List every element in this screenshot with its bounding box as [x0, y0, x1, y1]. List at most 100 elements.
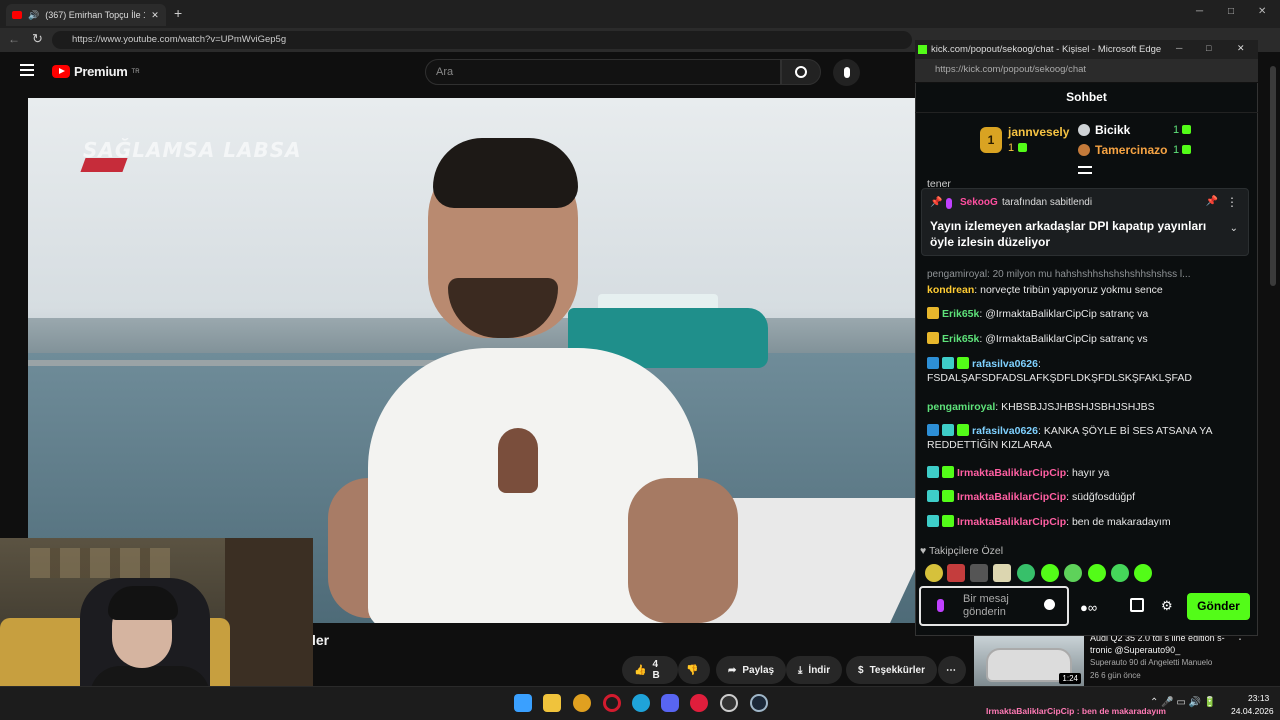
app-icon[interactable] [720, 694, 738, 712]
chat-username[interactable]: rafasilva0626 [972, 425, 1038, 437]
pinned-message[interactable]: 📌 SekooG tarafından sabitlendi 📌 ⋮ Yayın… [921, 188, 1249, 256]
emote-10[interactable] [1134, 564, 1152, 582]
user-badge-icon [942, 466, 954, 478]
emote-7[interactable] [1064, 564, 1082, 582]
windows-start-icon[interactable] [514, 694, 532, 712]
new-tab-button[interactable]: + [174, 5, 182, 21]
menu-icon[interactable] [20, 64, 34, 76]
voice-search-button[interactable] [833, 59, 860, 86]
chat-username[interactable]: Erik65k [942, 333, 979, 345]
chat-username[interactable]: IrmaktaBaliklarCipCip [957, 467, 1066, 479]
discord-icon[interactable] [661, 694, 679, 712]
suggested-video-thumbnail[interactable]: 1:24 [974, 636, 1084, 686]
speaker-icon[interactable]: 🔊 [28, 10, 39, 21]
more-icon: ⋯ [946, 664, 956, 676]
suggested-video-channel[interactable]: Superauto 90 di Angeletti Manuelo [1090, 658, 1212, 667]
pinned-expand-icon[interactable]: ⌄ [1230, 223, 1238, 234]
dislike-button[interactable]: 👎 [678, 656, 710, 684]
chat-input[interactable]: Bir mesaj gönderin [919, 586, 1069, 626]
kick-url-field[interactable]: https://kick.com/popout/sekoog/chat [915, 59, 1258, 83]
gift-sub-icon [1182, 145, 1191, 154]
tab-close-icon[interactable]: ✕ [151, 10, 159, 21]
edge-icon[interactable] [632, 694, 650, 712]
user-badge-icon [957, 424, 969, 436]
emote-8[interactable] [1088, 564, 1106, 582]
emote-1[interactable] [925, 564, 943, 582]
youtube-logo[interactable]: Premium TR [52, 64, 140, 79]
chrome-icon[interactable] [573, 694, 591, 712]
leaderboard-third-name[interactable]: Tamercinazo [1095, 143, 1167, 157]
send-button[interactable]: Gönder [1187, 593, 1250, 620]
kick-close-icon[interactable]: ✕ [1237, 43, 1245, 54]
chat-username[interactable]: IrmaktaBaliklarCipCip [957, 491, 1066, 503]
chat-username[interactable]: kondrean [927, 284, 974, 296]
settings-gear-icon[interactable]: ⚙ [1161, 598, 1173, 614]
pinned-more-icon[interactable]: ⋮ [1226, 195, 1238, 209]
emote-9[interactable] [1111, 564, 1129, 582]
leaderboard-first-name[interactable]: jannvesely [1008, 125, 1069, 139]
steam-icon[interactable] [750, 694, 768, 712]
download-label: İndir [808, 664, 831, 676]
emoji-icon[interactable] [1044, 599, 1055, 610]
kick-maximize-icon[interactable]: □ [1206, 43, 1211, 53]
pin-icon[interactable]: 📌 [930, 197, 942, 208]
media-player-icon[interactable] [690, 694, 708, 712]
search-button[interactable] [781, 59, 821, 85]
bits-icon[interactable]: ●∞ [1080, 600, 1097, 615]
clock-date[interactable]: 24.04.2026 [1231, 706, 1274, 716]
clock-time[interactable]: 23:13 [1248, 693, 1269, 703]
chat-message[interactable]: IrmaktaBaliklarCipCip: südğfosdüğpf [927, 490, 1249, 504]
user-badge-icon [942, 515, 954, 527]
leaderboard-third-count: 1 [1173, 144, 1180, 156]
emote-3[interactable] [970, 564, 988, 582]
search-input[interactable]: Ara [425, 59, 781, 85]
pinned-unpin-icon[interactable]: 📌 [1206, 196, 1218, 207]
webcam-posters [30, 548, 170, 578]
chat-username[interactable]: IrmaktaBaliklarCipCip [957, 516, 1066, 528]
pinned-author[interactable]: SekooG [960, 197, 998, 208]
chat-message[interactable]: pengamiroyal: KHBSBJJSJHBSHJSBHJSHJBS [927, 400, 1249, 414]
kick-minimize-icon[interactable]: ─ [1176, 43, 1182, 53]
chat-message[interactable]: IrmaktaBaliklarCipCip: hayır ya [927, 466, 1249, 480]
chat-username[interactable]: rafasilva0626 [972, 358, 1038, 370]
window-maximize-icon[interactable]: □ [1228, 6, 1234, 17]
file-explorer-icon[interactable] [543, 694, 561, 712]
chat-message[interactable]: rafasilva0626: KANKA ŞÖYLE Bİ SES ATSANA… [927, 424, 1249, 452]
window-close-icon[interactable]: ✕ [1258, 6, 1266, 17]
browser-tab[interactable]: 🔊 (367) Emirhan Topçu İle 1 Gün ✕ [6, 4, 166, 26]
emote-2[interactable] [947, 564, 965, 582]
chat-message[interactable]: IrmaktaBaliklarCipCip: ben de makaradayı… [927, 515, 1249, 529]
share-button[interactable]: ➦ Paylaş [716, 656, 787, 684]
like-button[interactable]: 👍 4 B [622, 656, 678, 684]
page-scrollbar[interactable] [1270, 66, 1276, 286]
leaderboard-second-icon [1078, 124, 1090, 136]
chat-username[interactable]: Erik65k [942, 308, 979, 320]
chat-message[interactable]: Erik65k: @IrmaktaBaliklarCipCip satranç … [927, 332, 1249, 346]
user-badge-icon [927, 332, 939, 344]
suggested-video-meta: 26 6 gün önce [1090, 671, 1141, 680]
download-button[interactable]: ⤓ İndir [786, 656, 843, 684]
youtube-play-icon [52, 65, 70, 78]
chat-message[interactable]: rafasilva0626: FSDALŞAFSDFADSLAFKŞDFLDKŞ… [927, 357, 1249, 385]
emote-6[interactable] [1041, 564, 1059, 582]
store-icon[interactable] [1130, 598, 1144, 612]
url-field[interactable]: https://www.youtube.com/watch?v=UPmWviGe… [52, 31, 912, 49]
video-shirt-logo [498, 428, 538, 493]
chat-message[interactable]: Erik65k: @IrmaktaBaliklarCipCip satranç … [927, 307, 1249, 321]
opera-icon[interactable] [603, 694, 621, 712]
emote-4[interactable] [993, 564, 1011, 582]
chat-input-placeholder: Bir mesaj gönderin [963, 593, 1009, 618]
chat-username[interactable]: pengamiroyal [927, 401, 995, 413]
back-icon[interactable]: ← [8, 32, 20, 46]
thanks-button[interactable]: $ Teşekkürler [846, 656, 937, 684]
window-minimize-icon[interactable]: ─ [1196, 6, 1203, 17]
more-actions-button[interactable]: ⋯ [938, 656, 966, 684]
tray-icons[interactable]: ⌃ 🎤 ▭ 🔊 🔋 [1150, 697, 1216, 708]
reload-icon[interactable]: ↻ [32, 31, 43, 47]
chat-message[interactable]: kondrean: norveçte tribün yapıyoruz yokm… [927, 283, 1249, 297]
thanks-icon: $ [858, 664, 864, 676]
leaderboard-collapse-icon[interactable] [1078, 166, 1092, 174]
leaderboard-first-count: 1 [1008, 142, 1015, 154]
emote-5[interactable] [1017, 564, 1035, 582]
leaderboard-second-name[interactable]: Bicikk [1095, 123, 1130, 137]
